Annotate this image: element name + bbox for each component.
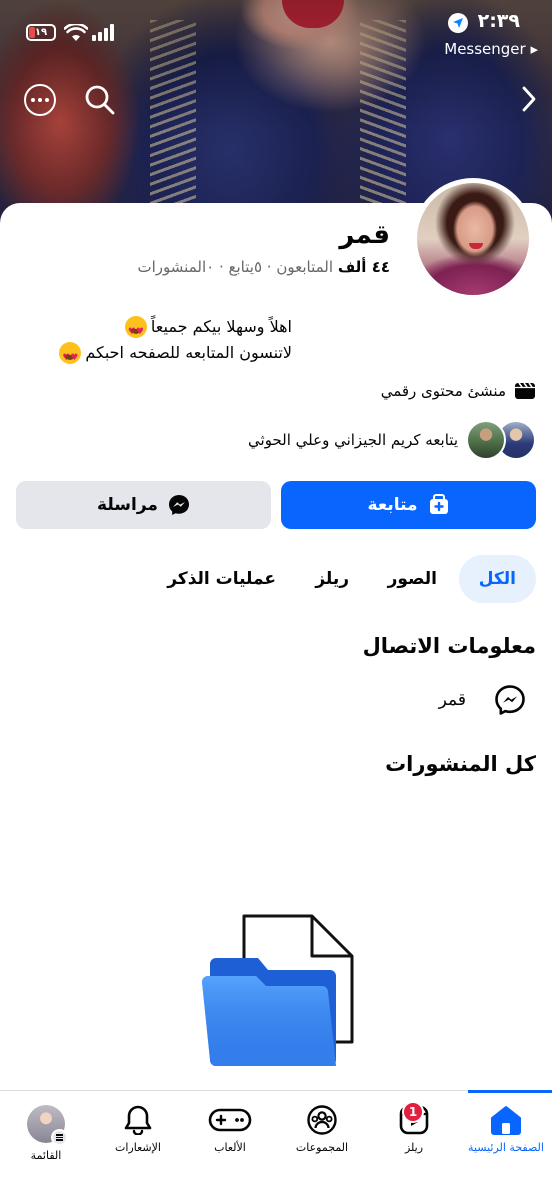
profile-stats[interactable]: ٤٤ ألف المتابعون · ٥يتابع · ٠المنشورات	[138, 258, 390, 276]
mutual-avatars	[466, 420, 536, 460]
clapperboard-icon	[515, 382, 535, 399]
more-options-button[interactable]	[24, 84, 56, 116]
reels-badge: 1	[402, 1101, 424, 1123]
followers-count: ٤٤ ألف	[337, 258, 390, 276]
nav-notifications[interactable]: الإشعارات	[92, 1091, 184, 1195]
following-count: ٥يتابع	[228, 258, 263, 276]
bottom-navigation: الصفحة الرئيسية 1 ريلز المجموعات الألعاب	[0, 1090, 552, 1195]
chevron-right-icon[interactable]	[522, 86, 536, 112]
tab-mentions[interactable]: عمليات الذكر	[147, 555, 296, 603]
mutual-followers[interactable]: يتابعه كريم الجيزاني وعلي الحوثي	[248, 420, 536, 460]
followers-label: المتابعون	[276, 258, 334, 276]
nav-reels[interactable]: 1 ريلز	[368, 1091, 460, 1195]
follow-button[interactable]: متابعة	[281, 481, 536, 529]
home-icon	[491, 1106, 521, 1135]
messenger-icon	[168, 495, 189, 515]
profile-bio: اهلاً وسهلا بيكم جميعاً لاتنسون المتابعه…	[12, 314, 292, 371]
avatar	[466, 420, 506, 460]
location-arrow-icon	[448, 13, 468, 33]
menu-avatar	[27, 1105, 68, 1146]
followed-by-text: يتابعه كريم الجيزاني وعلي الحوثي	[248, 431, 458, 449]
nav-home[interactable]: الصفحة الرئيسية	[460, 1090, 552, 1195]
back-to-messenger-link[interactable]: Messenger ▸	[444, 40, 538, 58]
menu-icon	[51, 1129, 68, 1146]
profile-name: قمر	[339, 220, 390, 250]
category-label: منشئ محتوى رقمي	[380, 382, 506, 400]
battery-icon: ١٩	[26, 24, 56, 41]
nav-gaming[interactable]: الألعاب	[184, 1091, 276, 1195]
profile-category: منشئ محتوى رقمي	[381, 382, 536, 400]
contact-messenger-name: قمر	[438, 690, 466, 710]
search-icon[interactable]	[84, 84, 116, 116]
all-posts-title: كل المنشورات	[385, 752, 536, 776]
wifi-icon	[64, 24, 88, 41]
contact-messenger-row[interactable]: قمر	[439, 684, 526, 716]
heart-eyes-emoji-icon	[124, 316, 147, 345]
bell-icon	[124, 1105, 152, 1135]
tab-photos[interactable]: الصور	[368, 555, 457, 603]
profile-avatar[interactable]	[412, 178, 534, 300]
gaming-icon	[208, 1108, 252, 1132]
heart-eyes-emoji-icon	[59, 342, 82, 371]
bio-line: اهلاً وسهلا بيكم جميعاً	[150, 317, 292, 336]
follow-page-icon	[429, 494, 448, 514]
posts-count: ٠المنشورات	[137, 258, 215, 276]
signal-icon	[92, 24, 114, 41]
bio-line: لاتنسون المتابعه للصفحه احبكم	[85, 343, 292, 362]
nav-groups[interactable]: المجموعات	[276, 1091, 368, 1195]
nav-menu[interactable]: القائمة	[0, 1091, 92, 1195]
message-button[interactable]: مراسلة	[16, 481, 271, 529]
empty-folder-icon	[202, 914, 354, 1066]
messenger-icon	[495, 685, 525, 715]
tab-all[interactable]: الكل	[458, 555, 536, 603]
contact-info-title: معلومات الاتصال	[362, 634, 536, 658]
tab-reels[interactable]: ريلز	[295, 555, 369, 603]
status-time: ٢:٣٩	[477, 10, 520, 32]
status-bar: ١٩ ٢:٣٩ Messenger ▸	[0, 0, 552, 64]
groups-icon	[307, 1105, 337, 1135]
